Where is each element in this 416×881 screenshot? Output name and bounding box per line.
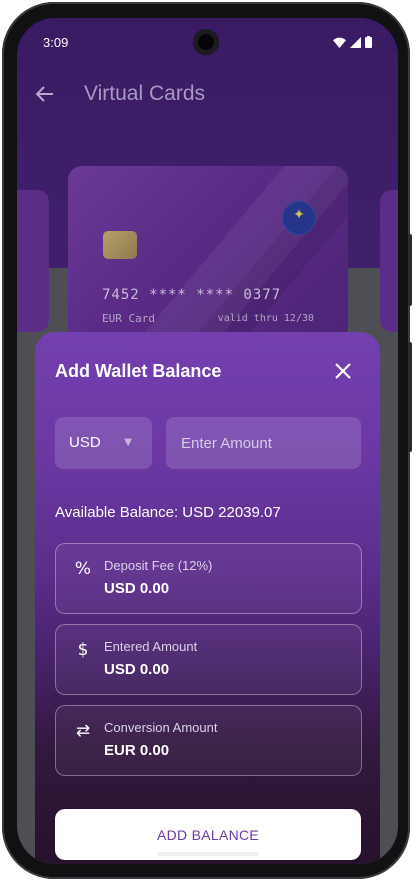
amount-input[interactable] bbox=[166, 417, 361, 469]
entered-amount-value: USD 0.00 bbox=[104, 661, 170, 678]
close-button[interactable] bbox=[330, 358, 356, 384]
conversion-amount-box: ⇄ Conversion Amount EUR 0.00 bbox=[55, 705, 362, 776]
status-icons bbox=[333, 36, 372, 48]
swap-arrows-icon: ⇄ bbox=[75, 721, 91, 741]
prev-card-peek[interactable] bbox=[17, 190, 49, 332]
available-balance: Available Balance: USD 22039.07 bbox=[55, 504, 281, 521]
chevron-down-icon: ▼ bbox=[124, 437, 132, 448]
next-card-peek[interactable] bbox=[380, 190, 398, 332]
signal-icon bbox=[350, 36, 361, 48]
currency-value: USD bbox=[69, 434, 101, 451]
card-label: EUR Card bbox=[102, 312, 155, 325]
deposit-fee-box: % Deposit Fee (12%) USD 0.00 bbox=[55, 543, 362, 614]
entered-amount-label: Entered Amount bbox=[104, 639, 198, 654]
card-chip-icon bbox=[103, 231, 137, 259]
arrow-left-icon bbox=[35, 86, 53, 102]
app-bar: Virtual Cards bbox=[17, 76, 398, 112]
percent-icon: % bbox=[74, 559, 92, 579]
battery-icon bbox=[365, 36, 372, 48]
conversion-amount-value: EUR 0.00 bbox=[104, 742, 170, 759]
conversion-amount-label: Conversion Amount bbox=[104, 720, 218, 735]
add-wallet-balance-sheet: Add Wallet Balance USD ▼ Available Balan… bbox=[35, 332, 380, 864]
front-camera bbox=[193, 29, 219, 55]
currency-select[interactable]: USD ▼ bbox=[55, 417, 152, 469]
wifi-icon bbox=[333, 37, 346, 48]
status-bar: 3:09 bbox=[17, 18, 398, 62]
deposit-fee-label: Deposit Fee (12%) bbox=[104, 558, 213, 573]
card-number: 7452 **** **** 0377 bbox=[102, 287, 282, 303]
card-valid-thru: valid thru 12/30 bbox=[217, 313, 314, 324]
page-title: Virtual Cards bbox=[84, 82, 205, 105]
screen: 3:09 Virtual Cards ✦ 7452 **** **** 0377… bbox=[17, 18, 398, 864]
dollar-icon: $ bbox=[77, 640, 89, 660]
close-icon bbox=[335, 363, 351, 379]
back-button[interactable] bbox=[31, 80, 59, 108]
deposit-fee-value: USD 0.00 bbox=[104, 580, 170, 597]
home-indicator[interactable] bbox=[157, 852, 259, 856]
status-time: 3:09 bbox=[43, 35, 69, 50]
virtual-card[interactable]: 7452 **** **** 0377 EUR Card valid thru … bbox=[68, 166, 348, 341]
power-button bbox=[408, 234, 412, 306]
sheet-title: Add Wallet Balance bbox=[55, 361, 222, 381]
eu-flag-icon bbox=[282, 201, 316, 235]
volume-button bbox=[408, 342, 412, 452]
entered-amount-box: $ Entered Amount USD 0.00 bbox=[55, 624, 362, 695]
phone-frame: 3:09 Virtual Cards ✦ 7452 **** **** 0377… bbox=[2, 2, 412, 879]
